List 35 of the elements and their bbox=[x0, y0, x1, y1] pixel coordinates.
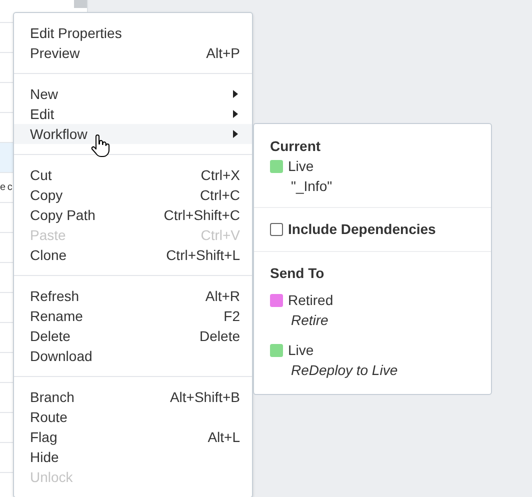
menu-item[interactable]: Cut Ctrl+X bbox=[14, 165, 252, 185]
menu-item[interactable]: Copy Ctrl+C bbox=[14, 185, 252, 205]
menu-item[interactable]: Edit Properties bbox=[14, 23, 252, 43]
scrollbar-thumb[interactable] bbox=[74, 0, 87, 8]
menu-item[interactable]: Delete Delete bbox=[14, 326, 252, 346]
action-label: ReDeploy to Live bbox=[290, 361, 399, 380]
menu-item[interactable]: Workflow bbox=[14, 124, 252, 144]
section-heading: Current bbox=[270, 137, 322, 156]
menu-item[interactable]: Edit bbox=[14, 104, 252, 124]
status-label: Live bbox=[288, 340, 314, 360]
submenu-arrow-icon bbox=[233, 90, 238, 98]
menu-item[interactable]: Branch Alt+Shift+B bbox=[14, 387, 252, 407]
menu-item[interactable]: Rename F2 bbox=[14, 306, 252, 326]
action-label: Retire bbox=[290, 311, 330, 330]
submenu-arrow-icon bbox=[233, 130, 238, 138]
menu-item[interactable]: Preview Alt+P bbox=[14, 43, 252, 63]
menu-item[interactable]: Download bbox=[14, 346, 252, 366]
menu-item[interactable]: New bbox=[14, 84, 252, 104]
section-heading: Send To bbox=[270, 264, 326, 283]
submenu-arrow-icon bbox=[233, 110, 238, 118]
checkbox-label[interactable]: Include Dependencies bbox=[288, 219, 436, 240]
menu-item[interactable]: Hide bbox=[14, 447, 252, 467]
item-name: "_Info" bbox=[290, 177, 334, 196]
checkbox[interactable] bbox=[270, 223, 283, 236]
menu-item[interactable]: Refresh Alt+R bbox=[14, 286, 252, 306]
status-label: Retired bbox=[288, 290, 334, 310]
menu-item[interactable]: Route bbox=[14, 407, 252, 427]
hand-cursor-icon bbox=[90, 134, 110, 158]
status-label: Live bbox=[288, 156, 314, 176]
menu-item[interactable]: Clone Ctrl+Shift+L bbox=[14, 245, 252, 265]
menu-item[interactable]: Copy Path Ctrl+Shift+C bbox=[14, 205, 252, 225]
send-to-option[interactable]: Retired Retire bbox=[270, 290, 475, 330]
table-cell-text: e c bbox=[0, 181, 12, 195]
menu-item[interactable]: Flag Alt+L bbox=[14, 427, 252, 447]
send-to-option[interactable]: Live ReDeploy to Live bbox=[270, 340, 475, 380]
